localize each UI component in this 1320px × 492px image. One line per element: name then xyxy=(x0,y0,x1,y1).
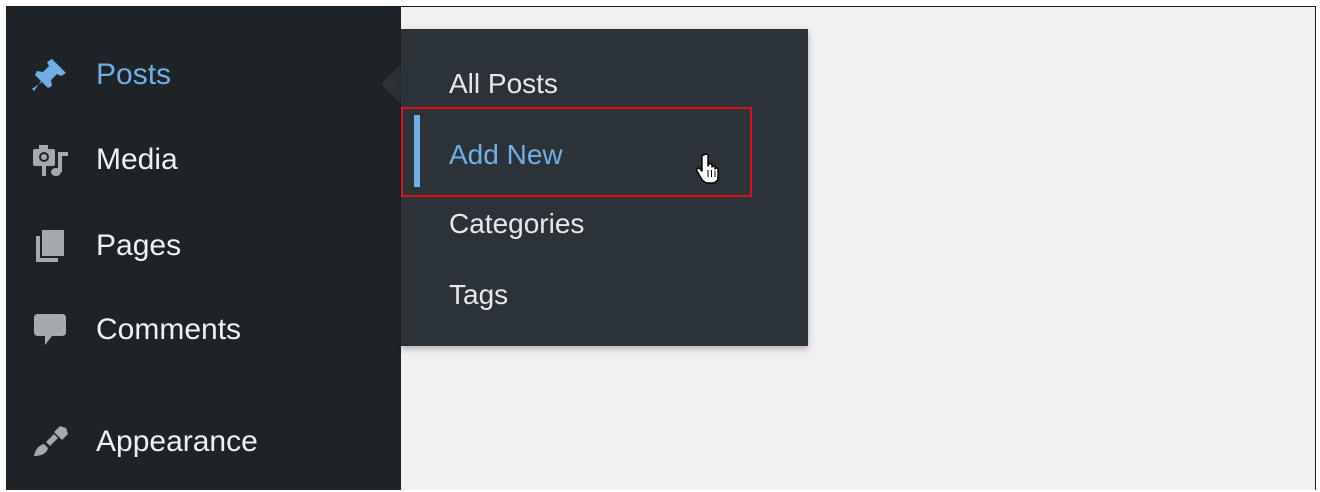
submenu-item-label: Categories xyxy=(449,208,585,239)
submenu-item-label: Tags xyxy=(449,279,509,310)
admin-sidebar: Posts Media Pages Comments Appearance xyxy=(7,7,401,490)
posts-submenu: All Posts Add New Categories Tags xyxy=(401,29,808,346)
pages-icon xyxy=(25,221,75,271)
admin-screen: Posts Media Pages Comments Appearance Al… xyxy=(6,6,1316,490)
comment-icon xyxy=(25,305,75,355)
submenu-item-add-new[interactable]: Add New xyxy=(401,125,808,185)
sidebar-item-label: Appearance xyxy=(96,425,258,458)
submenu-item-tags[interactable]: Tags xyxy=(401,265,808,325)
sidebar-item-posts[interactable]: Posts xyxy=(7,40,401,110)
submenu-item-label: Add New xyxy=(449,139,563,170)
submenu-item-all-posts[interactable]: All Posts xyxy=(401,54,808,114)
sidebar-item-label: Comments xyxy=(96,313,242,346)
flyout-pointer xyxy=(381,64,401,104)
submenu-item-label: All Posts xyxy=(449,68,558,99)
brush-icon xyxy=(25,417,75,467)
sidebar-item-label: Media xyxy=(96,143,178,176)
sidebar-item-label: Posts xyxy=(96,58,172,91)
sidebar-item-appearance[interactable]: Appearance xyxy=(7,407,401,477)
pin-icon xyxy=(25,50,75,100)
hand-cursor-icon xyxy=(696,153,720,185)
current-item-indicator xyxy=(414,115,420,187)
sidebar-item-media[interactable]: Media xyxy=(7,125,401,195)
media-icon xyxy=(25,135,75,185)
sidebar-item-comments[interactable]: Comments xyxy=(7,295,401,365)
sidebar-item-pages[interactable]: Pages xyxy=(7,211,401,281)
sidebar-item-label: Pages xyxy=(96,229,182,262)
submenu-item-categories[interactable]: Categories xyxy=(401,194,808,254)
